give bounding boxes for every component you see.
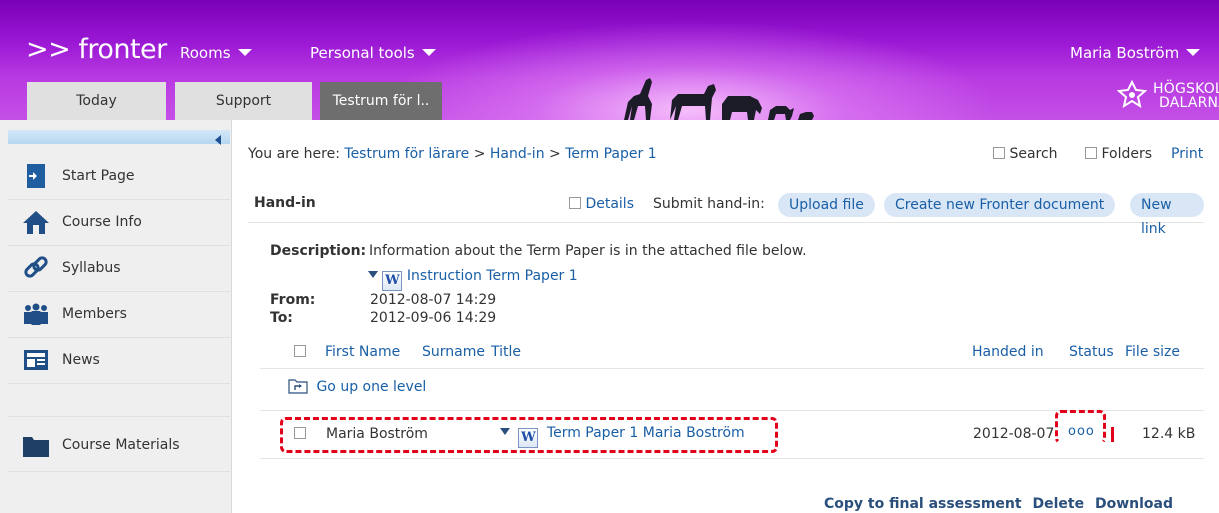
create-fronter-document-button[interactable]: Create new Fronter document	[884, 193, 1116, 217]
sidebar-item-members[interactable]: Members	[8, 292, 230, 338]
sidebar-item-start-page[interactable]: Start Page	[8, 154, 230, 200]
sidebar-item-syllabus[interactable]: Syllabus	[8, 246, 230, 292]
sidebar-item-course-materials[interactable]: Course Materials	[8, 416, 230, 472]
copy-to-final-assessment-link[interactable]: Copy to final assessment	[824, 496, 1022, 512]
breadcrumb-prefix: You are here:	[248, 146, 340, 162]
folders-checkbox[interactable]	[1085, 147, 1097, 159]
hogskolan-dalarna-logo: HÖGSKOLAN DALARNA	[1116, 79, 1219, 112]
school-name-line2: DALARNA	[1159, 95, 1219, 111]
search-checkbox[interactable]	[993, 147, 1005, 159]
column-surname[interactable]: Surname	[422, 344, 485, 360]
sidebar-header-bar	[8, 130, 230, 144]
breadcrumb: You are here: Testrum för lärare > Hand-…	[248, 146, 657, 162]
divider	[260, 368, 1204, 369]
highlight-row-box	[280, 417, 778, 453]
panel-toolbar: Hand-in Details Submit hand-in: Upload f…	[248, 183, 1204, 237]
description-label: Description:	[270, 243, 367, 259]
description-text: Information about the Term Paper is in t…	[369, 243, 807, 259]
tab-support[interactable]: Support	[175, 82, 312, 120]
sidebar-item-label: Course Info	[62, 214, 142, 230]
details-checkbox[interactable]	[569, 197, 581, 209]
chevron-down-icon	[237, 49, 252, 56]
fronter-logo[interactable]: >> fronter	[26, 36, 167, 63]
sidebar-item-label: Start Page	[62, 168, 135, 184]
column-title[interactable]: Title	[491, 344, 521, 360]
header-banner: >> fronter Rooms Personal tools Maria Bo…	[0, 0, 1219, 120]
tab-room[interactable]: Testrum för l..	[320, 82, 442, 120]
from-label: From:	[270, 292, 316, 308]
chevron-down-icon	[1186, 49, 1201, 56]
news-icon	[24, 350, 48, 370]
rooms-label: Rooms	[180, 44, 231, 62]
user-menu[interactable]: Maria Boström	[1070, 44, 1201, 62]
chevron-down-icon	[421, 49, 436, 56]
folders-toggle[interactable]: Folders	[1085, 146, 1152, 162]
breadcrumb-room[interactable]: Testrum för lärare	[344, 146, 469, 162]
user-name: Maria Boström	[1070, 44, 1180, 62]
go-up-row[interactable]: Go up one level	[288, 378, 426, 395]
highlight-status-tick	[1111, 427, 1114, 442]
details-toggle[interactable]: Details	[569, 196, 634, 212]
column-file-size[interactable]: File size	[1125, 344, 1180, 360]
to-value: 2012-09-06 14:29	[370, 310, 497, 326]
folder-up-icon	[288, 379, 308, 394]
members-icon	[24, 303, 48, 325]
search-toggle[interactable]: Search	[993, 146, 1058, 162]
new-link-button[interactable]: New link	[1130, 193, 1204, 237]
download-link[interactable]: Download	[1095, 496, 1173, 512]
school-name: HÖGSKOLAN DALARNA	[1153, 82, 1219, 110]
attachment-link[interactable]: Instruction Term Paper 1	[407, 268, 578, 284]
tab-today[interactable]: Today	[27, 82, 166, 120]
sidebar-item-label: Syllabus	[62, 260, 121, 276]
row-file-size: 12.4 kB	[1142, 426, 1196, 442]
personal-tools-label: Personal tools	[310, 44, 415, 62]
breadcrumb-separator: >	[549, 146, 561, 162]
sidebar-item-label: Members	[62, 306, 127, 322]
sidebar-item-news[interactable]: News	[8, 338, 230, 384]
breadcrumb-term-paper[interactable]: Term Paper 1	[565, 146, 656, 162]
folder-icon	[23, 437, 49, 457]
sidebar-item-course-info[interactable]: Course Info	[8, 200, 230, 246]
animals-silhouette	[624, 78, 814, 120]
breadcrumb-hand-in[interactable]: Hand-in	[490, 146, 545, 162]
word-document-icon: W	[382, 271, 403, 291]
sidebar-item-label: News	[62, 352, 100, 368]
panel-title: Hand-in	[254, 195, 316, 211]
school-name-line1: HÖGSKOLAN	[1153, 81, 1219, 97]
details-label: Details	[585, 196, 634, 212]
bulk-actions: Copy to final assessment Delete Download	[824, 496, 1173, 512]
submit-hand-in-label: Submit hand-in:	[653, 196, 765, 212]
sidebar: Start Page Course Info Syllabus Members	[0, 120, 232, 513]
select-all-checkbox[interactable]	[294, 345, 306, 357]
start-page-icon	[27, 164, 45, 188]
divider	[260, 458, 1204, 459]
column-status[interactable]: Status	[1069, 344, 1114, 360]
collapse-sidebar-icon[interactable]	[215, 135, 221, 145]
rooms-menu[interactable]: Rooms	[180, 45, 252, 61]
go-up-link[interactable]: Go up one level	[316, 379, 426, 395]
print-link[interactable]: Print	[1171, 146, 1203, 162]
sidebar-item-label: Course Materials	[62, 437, 180, 453]
home-icon	[23, 211, 49, 234]
to-label: To:	[270, 310, 293, 326]
table-header	[294, 344, 306, 360]
search-label: Search	[1009, 146, 1058, 162]
column-handed-in[interactable]: Handed in	[972, 344, 1044, 360]
from-value: 2012-08-07 14:29	[370, 292, 497, 308]
dropdown-arrow-icon[interactable]	[368, 271, 378, 278]
star-logo-icon	[1116, 79, 1148, 109]
delete-link[interactable]: Delete	[1032, 496, 1084, 512]
link-icon	[24, 256, 48, 278]
row-handed-in: 2012-08-07	[973, 426, 1055, 442]
folders-label: Folders	[1101, 146, 1153, 162]
attachment-row[interactable]: W Instruction Term Paper 1	[368, 268, 578, 291]
column-first-name[interactable]: First Name	[325, 344, 400, 360]
breadcrumb-separator: >	[473, 146, 486, 162]
personal-tools-menu[interactable]: Personal tools	[310, 45, 436, 61]
highlight-status-box	[1055, 410, 1106, 444]
upload-file-button[interactable]: Upload file	[778, 193, 875, 217]
